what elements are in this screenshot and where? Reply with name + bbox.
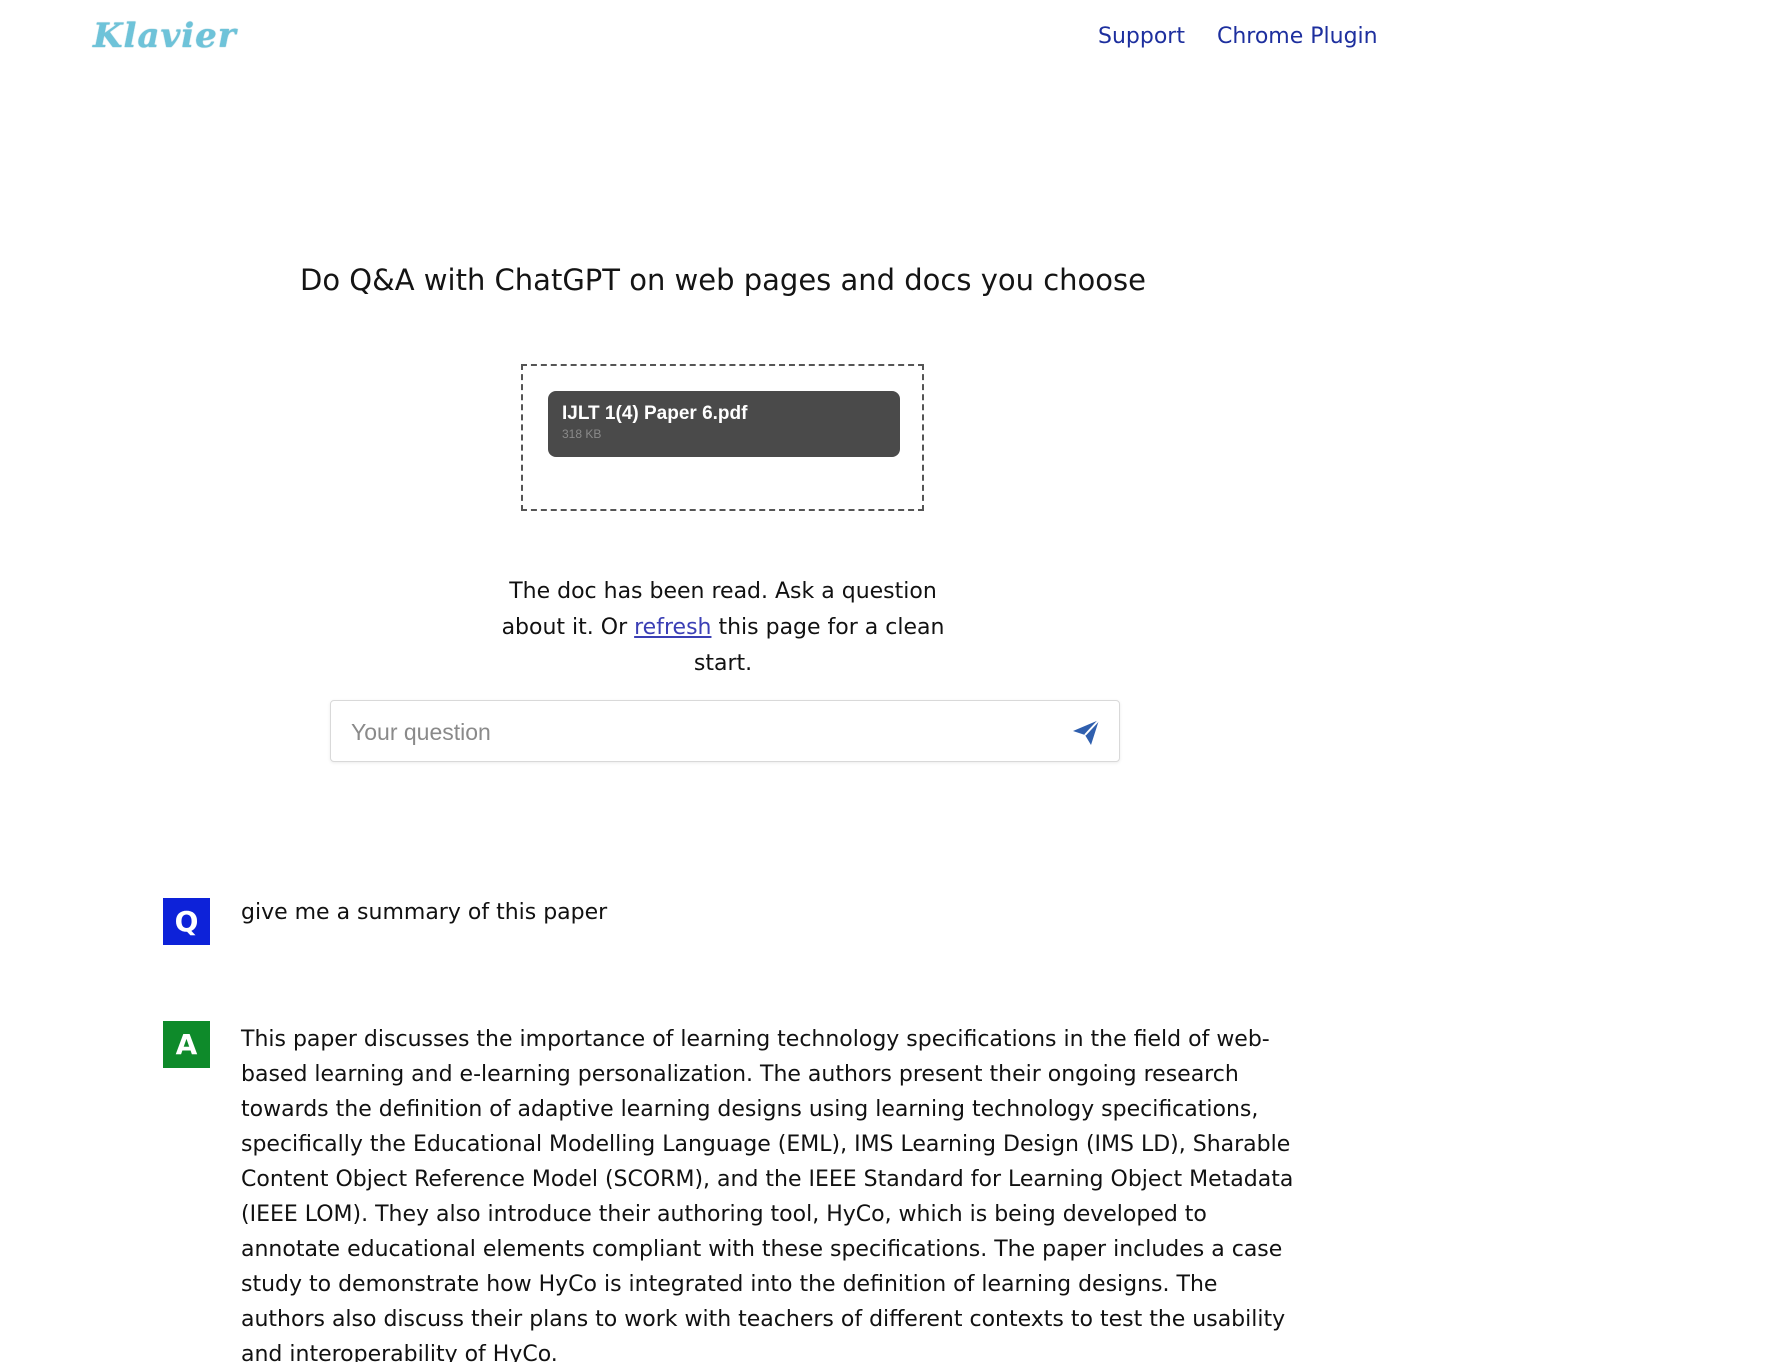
file-size: 318 KB: [562, 427, 602, 441]
uploaded-file-chip[interactable]: IJLT 1(4) Paper 6.pdf 318 KB: [548, 391, 900, 457]
question-badge: Q: [163, 898, 210, 945]
refresh-link[interactable]: refresh: [634, 615, 711, 640]
support-link[interactable]: Support: [1098, 24, 1185, 49]
page: Klavier Support Chrome Plugin Do Q&A wit…: [0, 0, 1784, 1362]
send-icon: [1073, 719, 1100, 745]
file-dropzone[interactable]: IJLT 1(4) Paper 6.pdf 318 KB: [521, 364, 924, 511]
top-nav: Support Chrome Plugin: [1098, 24, 1378, 49]
answer-badge: A: [163, 1021, 210, 1068]
question-input[interactable]: [349, 701, 1053, 763]
logo[interactable]: Klavier: [93, 16, 237, 56]
file-name: IJLT 1(4) Paper 6.pdf: [562, 403, 748, 424]
status-message: The doc has been read. Ask a question ab…: [485, 574, 961, 682]
question-box: [330, 700, 1120, 763]
answer-text: This paper discusses the importance of l…: [241, 1027, 1294, 1362]
question-text: give me a summary of this paper: [241, 900, 608, 925]
status-text-after: this page for a clean start.: [693, 615, 945, 676]
chrome-plugin-link[interactable]: Chrome Plugin: [1217, 24, 1378, 49]
page-title: Do Q&A with ChatGPT on web pages and doc…: [300, 263, 1146, 297]
send-button[interactable]: [1069, 715, 1103, 749]
